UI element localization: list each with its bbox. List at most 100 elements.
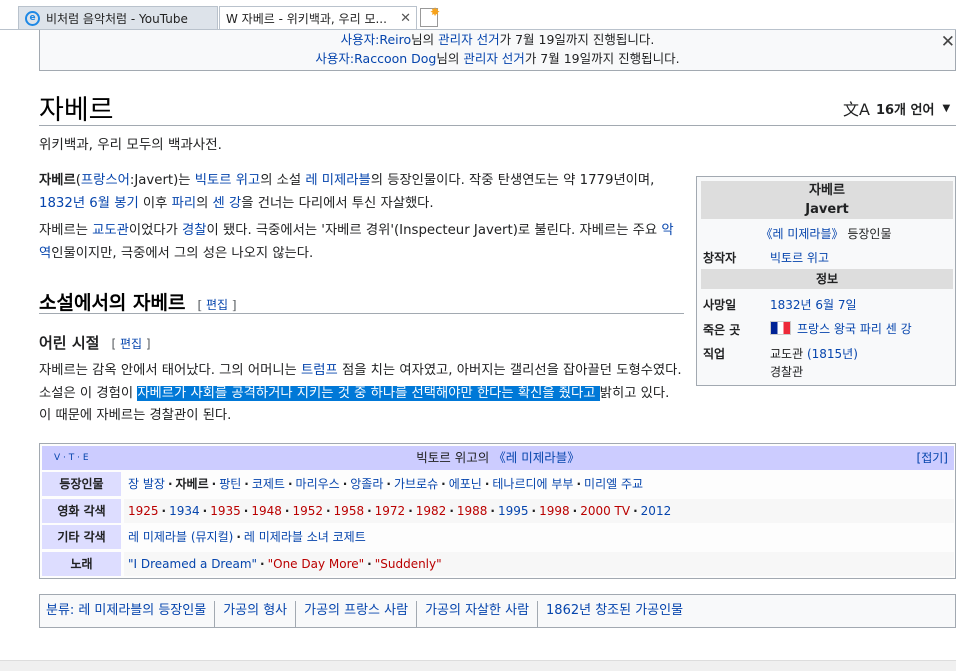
tab-youtube[interactable]: e 비처럼 음악처럼 - YouTube (18, 6, 218, 29)
edit-link[interactable]: 편집 (120, 337, 142, 351)
separator-dot: · (211, 477, 217, 491)
vte-links[interactable]: V · T · E (54, 446, 89, 470)
navbox-row: 영화 각색 1925 · 1934 · 1935 · 1948 · 1952 · 1958 · 1972… (42, 499, 954, 523)
navbox-title-link[interactable]: 《레 미제라블》 (493, 450, 579, 465)
navbox-item-link[interactable]: 앙졸라 (350, 477, 383, 491)
translate-icon: 文A (843, 100, 870, 119)
navbox-item-link[interactable]: 1998 (539, 504, 570, 518)
notice-user-link[interactable]: 사용자:Reiro (341, 32, 412, 47)
navbox: V · T · E 빅토르 위고의 《레 미제라블》 [접기] 등장인물 장 발… (39, 443, 956, 579)
navbox-item-link[interactable]: 1972 (375, 504, 406, 518)
navbox-item-link[interactable]: 가브로슈 (394, 477, 438, 491)
link-victor-hugo[interactable]: 빅토르 위고 (195, 173, 260, 188)
link-paris[interactable]: 파리 (172, 196, 196, 211)
navbox-item-link[interactable]: 마리우스 (296, 477, 340, 491)
close-tab-icon[interactable]: ✕ (400, 11, 411, 26)
navbox-item-link[interactable]: 미리엘 주교 (584, 477, 643, 491)
navbox-item-link[interactable]: 팡틴 (219, 477, 241, 491)
category-link[interactable]: 1862년 창조된 가공인물 (537, 601, 691, 627)
navbox-item-link: 자베르 (175, 477, 209, 491)
navbox-item-link[interactable]: 1934 (169, 504, 200, 518)
navbox-item-link[interactable]: 1982 (416, 504, 447, 518)
infobox-place-link[interactable]: 프랑스 왕국 파리 센 강 (797, 322, 912, 336)
infobox-year-link[interactable]: (1815년) (803, 347, 858, 361)
category-link[interactable]: 가공의 형사 (214, 601, 295, 627)
navbox-item-link[interactable]: 1925 (128, 504, 159, 518)
language-count: 16개 언어 (875, 102, 935, 118)
category-links: 분류: 레 미제라블의 등장인물 가공의 형사 가공의 프랑스 사람 가공의 자… (39, 594, 956, 628)
navbox-row-label: 영화 각색 (42, 499, 121, 523)
notice-election-link[interactable]: 관리자 선거 (463, 51, 524, 66)
link-seine[interactable]: 센 강 (213, 196, 242, 211)
separator-dot: · (572, 504, 578, 518)
navbox-item-link[interactable]: 에포닌 (449, 477, 482, 491)
infobox-label: 사망일 (703, 298, 737, 312)
navbox-item-link[interactable]: "One Day More" (268, 557, 365, 571)
category-link[interactable]: 가공의 자살한 사람 (416, 601, 537, 627)
infobox-label: 죽은 곳 (703, 323, 741, 337)
new-tab-star-icon: ✸ (429, 5, 440, 19)
link-june-rebellion[interactable]: 1832년 6월 봉기 (39, 196, 139, 211)
link-police[interactable]: 경찰 (182, 223, 206, 238)
link-french[interactable]: 프랑스어 (81, 173, 130, 188)
infobox-label: 직업 (703, 347, 726, 361)
infobox-subtitle: 《레 미제라블》 등장인물 (760, 227, 892, 241)
tab-bar: e 비처럼 음악처럼 - YouTube W 자베르 - 위키백과, 우리 모.… (0, 0, 956, 30)
link-prison-officer[interactable]: 교도관 (92, 223, 129, 238)
infobox-work-link[interactable]: 《레 미제라블》 (761, 227, 844, 241)
selected-text: 자베르가 사회를 공격하거나 지키는 것 중 하나를 선택해야만 한다는 확신을… (137, 385, 600, 401)
new-tab-button[interactable]: ✸ (420, 5, 440, 27)
link-trump-cards[interactable]: 트럼프 (301, 363, 338, 378)
separator-dot: · (325, 504, 331, 518)
navbox-item-link[interactable]: 1948 (251, 504, 282, 518)
separator-dot: · (284, 504, 290, 518)
navbox-row: 노래 "I Dreamed a Dream" · "One Day More" · "S… (42, 552, 954, 576)
category-link[interactable]: 레 미제라블의 등장인물 (74, 601, 214, 627)
link-les-miserables[interactable]: 레 미제라블 (305, 173, 370, 188)
navbox-row: 기타 각색 레 미제라블 (뮤지컬) · 레 미제라블 소녀 코제트 (42, 525, 954, 549)
navbox-item-link[interactable]: 장 발장 (128, 477, 165, 491)
navbox-header: V · T · E 빅토르 위고의 《레 미제라블》 [접기] (42, 446, 954, 470)
separator-dot: · (202, 504, 208, 518)
separator-dot: · (167, 477, 173, 491)
window-bottom-edge (0, 660, 956, 671)
subsection-heading: 어린 시절[ 편집 ] (39, 334, 151, 352)
collapse-button[interactable]: [접기] (917, 446, 948, 470)
navbox-item-link[interactable]: "Suddenly" (375, 557, 442, 571)
infobox-place: 프랑스 왕국 파리 센 강 (770, 320, 912, 337)
tab-wikipedia[interactable]: W 자베르 - 위키백과, 우리 모... ✕ (219, 6, 417, 29)
title-divider (39, 125, 956, 126)
notice-line-2: 사용자:Raccoon Dog님의 관리자 선거가 7월 19일까지 진행됩니다… (315, 51, 680, 66)
navbox-item-link[interactable]: 2012 (641, 504, 672, 518)
internet-explorer-icon: e (25, 10, 40, 26)
infobox-creator-link[interactable]: 빅토르 위고 (770, 249, 829, 266)
notice-line-1: 사용자:Reiro님의 관리자 선거가 7월 19일까지 진행됩니다. (340, 32, 655, 47)
navbox-item-link[interactable]: 1958 (334, 504, 365, 518)
notice-user-link[interactable]: 사용자:Raccoon Dog (315, 51, 436, 66)
separator-dot: · (408, 504, 413, 518)
navbox-item-link[interactable]: 1995 (498, 504, 529, 518)
infobox-death-date-link[interactable]: 1832년 6월 7일 (770, 296, 857, 313)
navbox-item-link[interactable]: 레 미제라블 (뮤지컬) (128, 530, 233, 544)
separator-dot: · (260, 557, 265, 571)
navbox-item-link[interactable]: 2000 TV (580, 504, 630, 518)
separator-dot: · (244, 477, 249, 491)
separator-dot: · (367, 557, 372, 571)
page-title: 자베르 (39, 95, 114, 126)
early-life-paragraph: 자베르는 감옥 안에서 태어났다. 그의 어머니는 트럼프 점을 치는 여자였고… (39, 363, 682, 423)
navbox-item-link[interactable]: 1988 (457, 504, 488, 518)
edit-link[interactable]: 편집 (206, 298, 228, 312)
categories-label-link[interactable]: 분류: (46, 595, 74, 627)
notice-election-link[interactable]: 관리자 선거 (438, 32, 499, 47)
navbox-item-link[interactable]: 1952 (292, 504, 323, 518)
navbox-item-link[interactable]: 1935 (210, 504, 241, 518)
separator-dot: · (441, 477, 446, 491)
navbox-item-link[interactable]: "I Dreamed a Dream" (128, 557, 257, 571)
language-button[interactable]: 文A 16개 언어 ▼ (843, 96, 950, 120)
close-icon[interactable]: ✕ (941, 33, 955, 52)
navbox-item-link[interactable]: 레 미제라블 소녀 코제트 (244, 530, 366, 544)
category-link[interactable]: 가공의 프랑스 사람 (295, 601, 416, 627)
navbox-item-link[interactable]: 테나르디에 부부 (492, 477, 573, 491)
separator-dot: · (484, 477, 490, 491)
navbox-item-link[interactable]: 코제트 (252, 477, 285, 491)
